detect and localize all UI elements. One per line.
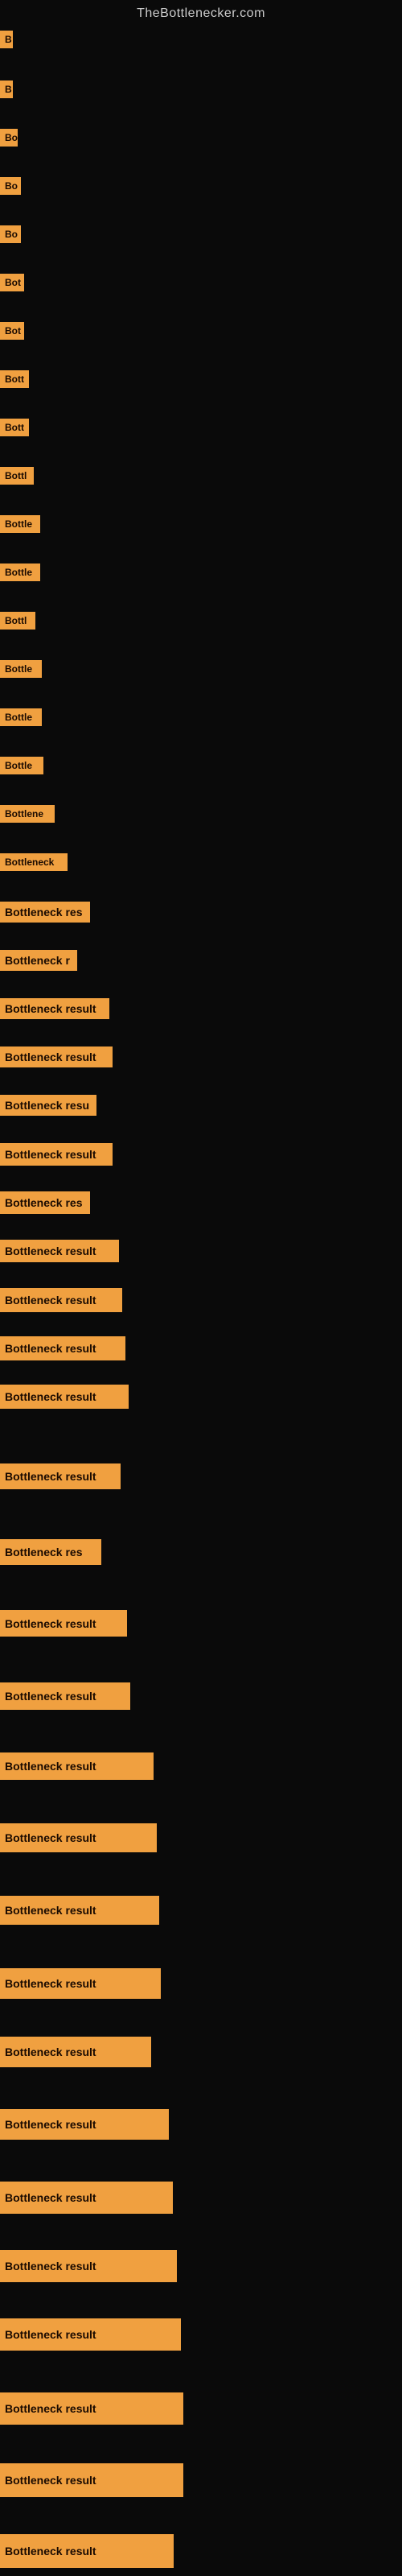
- bottleneck-item: Bottleneck result: [0, 998, 109, 1019]
- bottleneck-label: Bottleneck result: [0, 1288, 122, 1312]
- bottleneck-item: Bottleneck r: [0, 950, 77, 971]
- bottleneck-item: Bottleneck res: [0, 1539, 101, 1565]
- bottleneck-item: Bottleneck result: [0, 1385, 129, 1409]
- bottleneck-label: Bottleneck result: [0, 1336, 125, 1360]
- bottleneck-label: Bo: [0, 129, 18, 147]
- bottleneck-label: Bottleneck result: [0, 998, 109, 1019]
- bottleneck-label: Bottle: [0, 708, 42, 726]
- bottleneck-label: Bottleneck result: [0, 1385, 129, 1409]
- bottleneck-item: Bottleneck result: [0, 2250, 177, 2282]
- bottleneck-item: Bottleneck res: [0, 1191, 90, 1214]
- bottleneck-item: Bo: [0, 225, 21, 243]
- bottleneck-item: Bottleneck result: [0, 1046, 113, 1067]
- bottleneck-item: Bottleneck result: [0, 1752, 154, 1780]
- bottleneck-item: Bottleneck result: [0, 1336, 125, 1360]
- bottleneck-item: Bottle: [0, 564, 40, 581]
- bottleneck-item: Bottleneck result: [0, 2109, 169, 2140]
- bottleneck-item: Bot: [0, 322, 24, 340]
- bottleneck-label: Bottleneck result: [0, 1240, 119, 1262]
- bottleneck-label: B: [0, 80, 13, 98]
- bottleneck-label: Bot: [0, 322, 24, 340]
- bottleneck-label: Bott: [0, 419, 29, 436]
- bottleneck-item: B: [0, 80, 13, 98]
- bottleneck-item: Bottleneck result: [0, 1896, 159, 1925]
- bottleneck-item: Bo: [0, 129, 18, 147]
- bottleneck-item: Bottleneck result: [0, 1610, 127, 1637]
- bottleneck-item: Bottleneck result: [0, 2534, 174, 2568]
- bottleneck-label: Bottleneck result: [0, 2392, 183, 2425]
- bottleneck-item: Bottleneck result: [0, 1288, 122, 1312]
- bottleneck-label: Bottle: [0, 515, 40, 533]
- bottleneck-item: Bot: [0, 274, 24, 291]
- bottleneck-item: Bottle: [0, 757, 43, 774]
- bottleneck-item: Bottleneck result: [0, 2463, 183, 2497]
- site-title: TheBottlenecker.com: [0, 0, 402, 24]
- bottleneck-item: Bottleneck result: [0, 1463, 121, 1489]
- bottleneck-label: Bottle: [0, 757, 43, 774]
- bottleneck-label: Bottleneck res: [0, 1539, 101, 1565]
- bottleneck-label: Bottleneck result: [0, 1046, 113, 1067]
- bottleneck-item: Bottleneck result: [0, 2182, 173, 2214]
- bottleneck-label: Bott: [0, 370, 29, 388]
- bottleneck-item: Bottleneck res: [0, 902, 90, 923]
- bottleneck-item: Bottl: [0, 612, 35, 630]
- bottleneck-label: Bottleneck result: [0, 2250, 177, 2282]
- bottleneck-item: Bo: [0, 177, 21, 195]
- bottleneck-label: Bottleneck result: [0, 2463, 183, 2497]
- bottleneck-label: Bottleneck result: [0, 2182, 173, 2214]
- bottleneck-item: Bottleneck result: [0, 1240, 119, 1262]
- bottleneck-label: B: [0, 31, 13, 48]
- bottleneck-item: Bottleneck result: [0, 1143, 113, 1166]
- bottleneck-label: Bottleneck resu: [0, 1095, 96, 1116]
- bottleneck-label: Bottle: [0, 660, 42, 678]
- bottleneck-item: Bott: [0, 370, 29, 388]
- bottleneck-label: Bottleneck: [0, 853, 68, 871]
- bottleneck-label: Bottleneck result: [0, 1610, 127, 1637]
- bottleneck-label: Bottl: [0, 467, 34, 485]
- bottleneck-label: Bottleneck result: [0, 1463, 121, 1489]
- bottleneck-label: Bottleneck result: [0, 1896, 159, 1925]
- bottleneck-item: Bottleneck result: [0, 1823, 157, 1852]
- bottleneck-item: Bottle: [0, 660, 42, 678]
- bottleneck-label: Bottleneck res: [0, 1191, 90, 1214]
- bottleneck-item: Bottleneck result: [0, 2392, 183, 2425]
- bottleneck-label: Bottleneck result: [0, 1968, 161, 1999]
- bottleneck-label: Bottleneck r: [0, 950, 77, 971]
- bottleneck-label: Bottleneck result: [0, 2109, 169, 2140]
- bottleneck-label: Bottleneck result: [0, 1752, 154, 1780]
- bottleneck-item: Bottleneck result: [0, 1682, 130, 1710]
- bottleneck-label: Bottleneck result: [0, 2534, 174, 2568]
- bottleneck-label: Bot: [0, 274, 24, 291]
- bottleneck-label: Bottlene: [0, 805, 55, 823]
- bottleneck-label: Bo: [0, 225, 21, 243]
- bottleneck-item: Bottleneck resu: [0, 1095, 96, 1116]
- bottleneck-label: Bottleneck result: [0, 2318, 181, 2351]
- bottleneck-label: Bottleneck result: [0, 1823, 157, 1852]
- bottleneck-label: Bottle: [0, 564, 40, 581]
- bottleneck-item: Bottle: [0, 515, 40, 533]
- bottleneck-label: Bottleneck result: [0, 1143, 113, 1166]
- bottleneck-label: Bottleneck result: [0, 2037, 151, 2067]
- bottleneck-label: Bo: [0, 177, 21, 195]
- bottleneck-item: Bottleneck result: [0, 2037, 151, 2067]
- bottleneck-item: B: [0, 31, 13, 48]
- bottleneck-item: Bottleneck: [0, 853, 68, 871]
- bottleneck-item: Bottl: [0, 467, 34, 485]
- bottleneck-item: Bottlene: [0, 805, 55, 823]
- bottleneck-label: Bottl: [0, 612, 35, 630]
- bottleneck-item: Bott: [0, 419, 29, 436]
- bottleneck-item: Bottleneck result: [0, 2318, 181, 2351]
- bottleneck-item: Bottle: [0, 708, 42, 726]
- bottleneck-item: Bottleneck result: [0, 1968, 161, 1999]
- bottleneck-label: Bottleneck res: [0, 902, 90, 923]
- bottleneck-label: Bottleneck result: [0, 1682, 130, 1710]
